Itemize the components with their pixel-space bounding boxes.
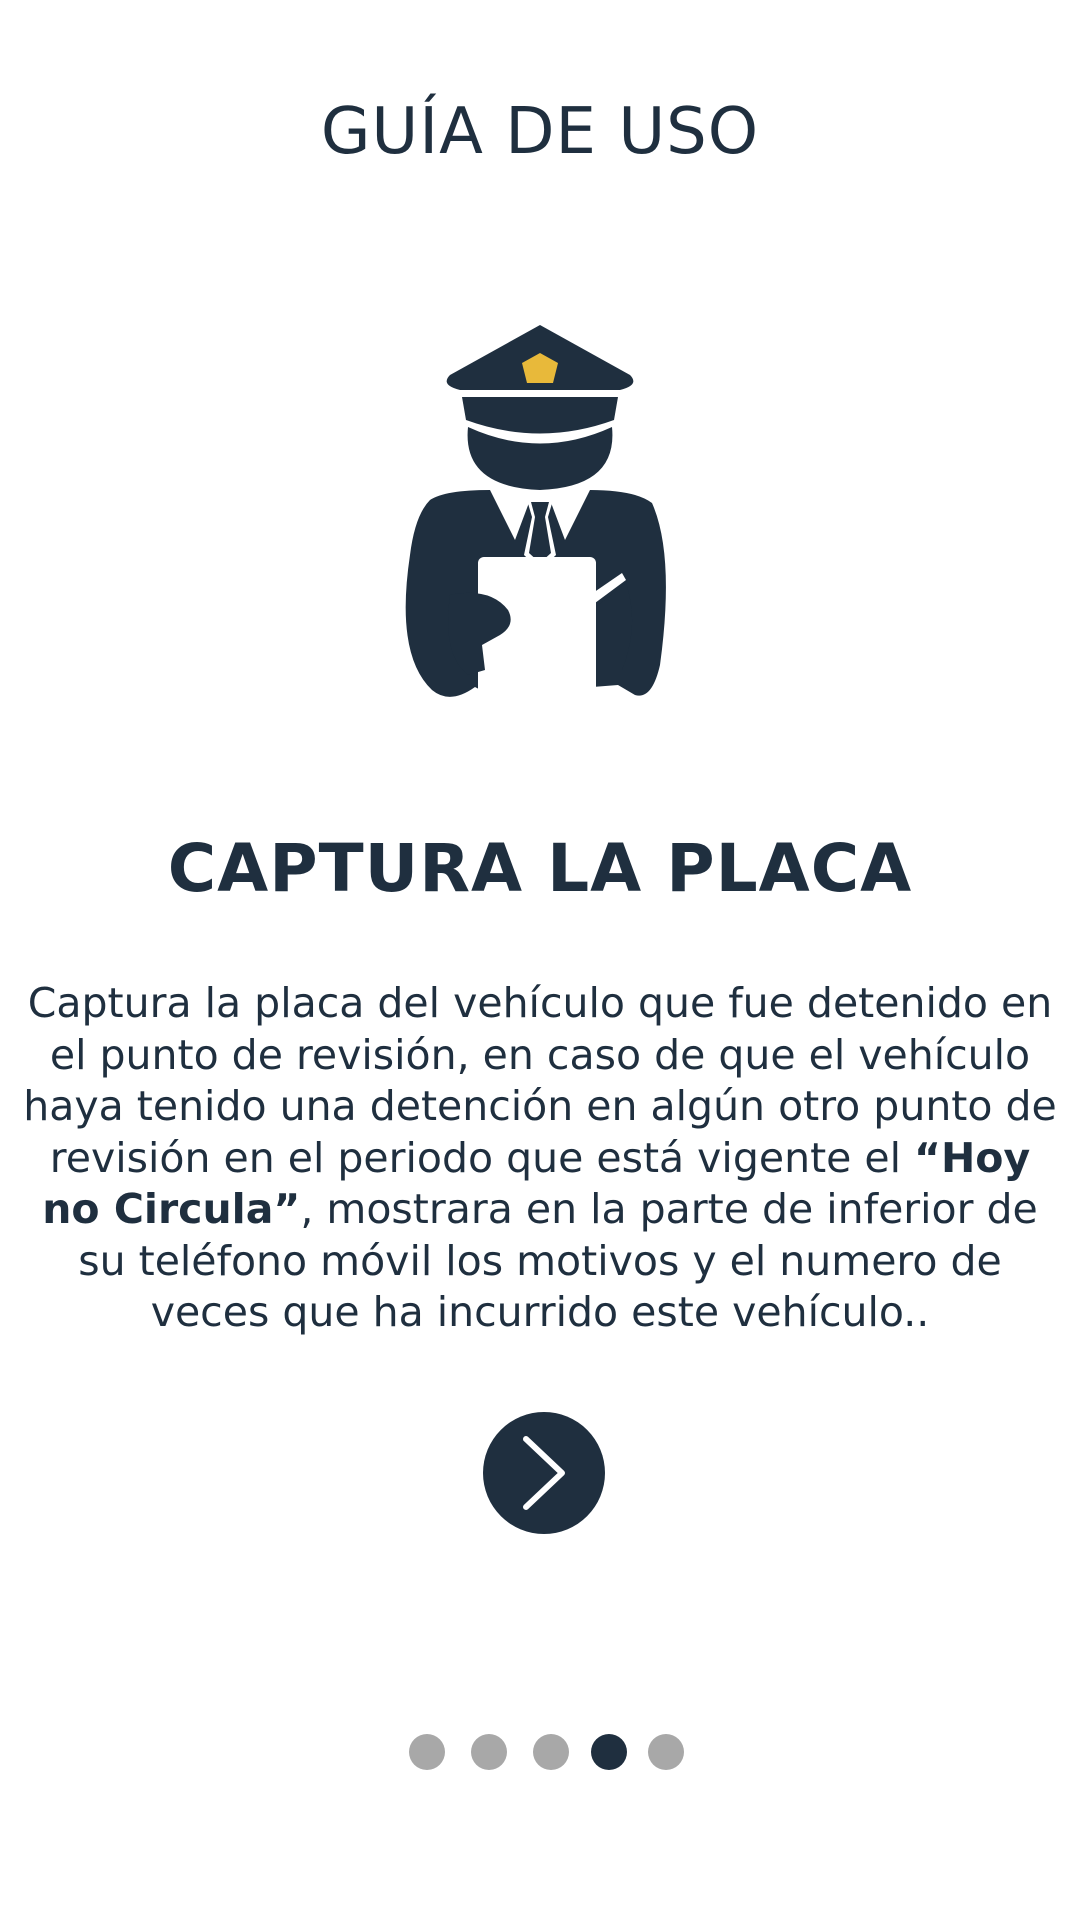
page-dot-4-active[interactable] — [591, 1734, 627, 1770]
description-text-start: Captura la placa del vehículo que fue de… — [23, 979, 1057, 1182]
head — [467, 427, 613, 490]
police-officer-with-clipboard-icon — [405, 325, 666, 705]
chevron-right-icon — [523, 1436, 565, 1510]
page-dot-5[interactable] — [648, 1734, 684, 1770]
step-description: Captura la placa del vehículo que fue de… — [20, 978, 1060, 1339]
next-button[interactable] — [483, 1412, 605, 1534]
step-title: CAPTURA LA PLACA — [167, 830, 913, 907]
page-dot-3[interactable] — [533, 1734, 569, 1770]
page-indicator — [0, 1734, 1080, 1774]
page-dot-2[interactable] — [471, 1734, 507, 1770]
page-title: GUÍA DE USO — [320, 95, 760, 169]
page-dot-1[interactable] — [409, 1734, 445, 1770]
cap-band — [462, 397, 618, 434]
